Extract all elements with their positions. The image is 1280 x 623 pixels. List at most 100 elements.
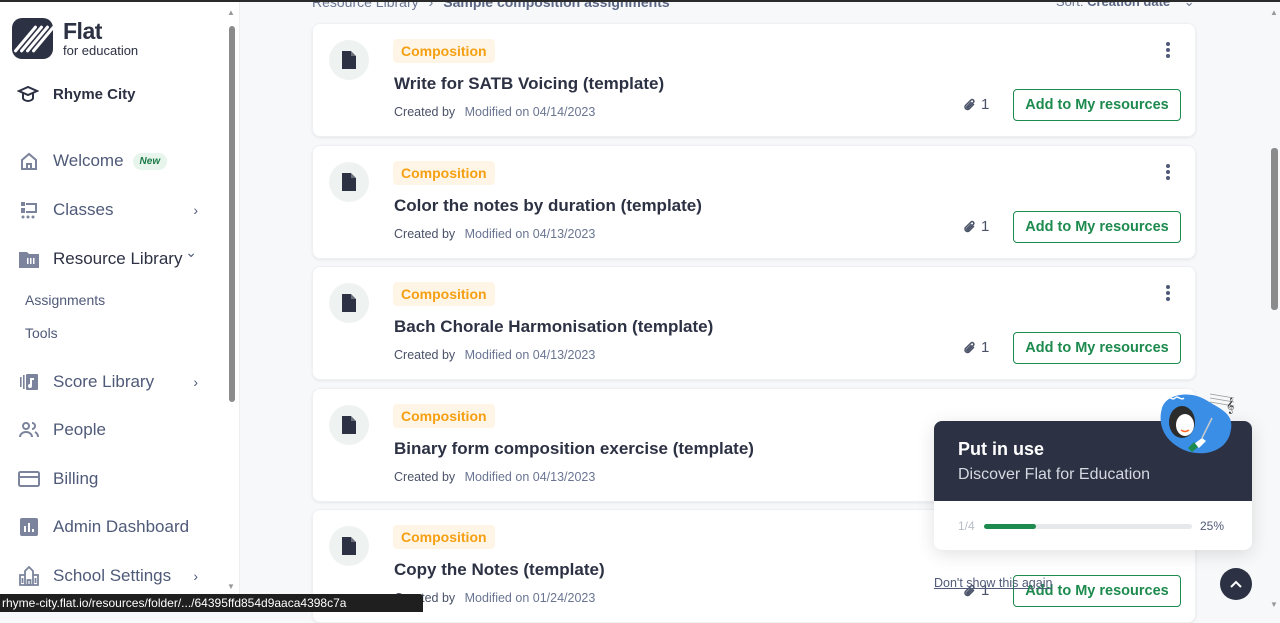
resource-title[interactable]: Binary form composition exercise (templa… bbox=[394, 439, 754, 459]
modified-date: Modified on 01/24/2023 bbox=[464, 591, 596, 605]
chevron-right-icon: › bbox=[193, 202, 198, 218]
add-to-my-resources-button[interactable]: Add to My resources bbox=[1013, 211, 1181, 243]
document-icon bbox=[329, 405, 369, 445]
resource-card[interactable]: Composition Color the notes by duration … bbox=[312, 145, 1196, 259]
paperclip-icon bbox=[964, 98, 975, 110]
onboarding-step: 1/4 bbox=[958, 519, 975, 533]
sidebar-item-classes[interactable]: Classes › bbox=[18, 199, 200, 221]
sidebar-item-school-settings[interactable]: School Settings › bbox=[18, 565, 200, 587]
modified-date: Modified on 04/13/2023 bbox=[464, 348, 596, 362]
resource-title[interactable]: Copy the Notes (template) bbox=[394, 560, 605, 580]
sidebar-item-label: Billing bbox=[53, 469, 99, 488]
resource-meta: Created by Modified on 04/14/2023 bbox=[394, 105, 595, 119]
svg-text:𝄞: 𝄞 bbox=[1226, 398, 1234, 414]
category-tag: Composition bbox=[393, 39, 495, 63]
classes-icon bbox=[18, 199, 40, 221]
sidebar-item-label: School Settings bbox=[53, 566, 172, 585]
category-tag: Composition bbox=[393, 161, 495, 185]
sidebar-item-welcome[interactable]: Welcome New bbox=[18, 150, 200, 172]
resource-meta: Created by Modified on 04/13/2023 bbox=[394, 348, 595, 362]
add-to-my-resources-button[interactable]: Add to My resources bbox=[1013, 89, 1181, 121]
created-by: Created by bbox=[394, 105, 456, 119]
paperclip-icon bbox=[964, 341, 975, 353]
attachment-count: 1 bbox=[963, 96, 989, 113]
category-tag: Composition bbox=[393, 282, 495, 306]
resource-meta: Created by Modified on 04/13/2023 bbox=[394, 470, 595, 484]
sidebar-item-admin-dashboard[interactable]: Admin Dashboard bbox=[18, 516, 200, 538]
people-icon bbox=[18, 419, 40, 441]
scroll-to-top-button[interactable] bbox=[1220, 568, 1252, 600]
flat-logo-icon bbox=[12, 18, 53, 59]
created-by: Created by bbox=[394, 470, 456, 484]
home-icon bbox=[18, 150, 40, 172]
more-options-icon[interactable] bbox=[1163, 285, 1173, 305]
more-options-icon[interactable] bbox=[1163, 42, 1173, 62]
sidebar-item-label: Welcome bbox=[53, 151, 124, 170]
paperclip-icon bbox=[964, 220, 975, 232]
resource-title[interactable]: Color the notes by duration (template) bbox=[394, 196, 702, 216]
graduation-cap-icon bbox=[17, 85, 39, 103]
document-icon bbox=[329, 526, 369, 566]
sidebar-item-people[interactable]: People bbox=[18, 419, 200, 441]
page-scroll-up[interactable]: ▲ bbox=[1270, 8, 1278, 17]
modified-date: Modified on 04/14/2023 bbox=[464, 105, 596, 119]
organization-switcher[interactable]: Rhyme City bbox=[17, 84, 136, 104]
window-top-edge bbox=[0, 0, 1280, 2]
resource-card[interactable]: Composition Write for SATB Voicing (temp… bbox=[312, 23, 1196, 137]
credit-card-icon bbox=[18, 468, 40, 490]
resource-meta: Created by Modified on 04/13/2023 bbox=[394, 227, 595, 241]
brand-subtitle: for education bbox=[63, 43, 139, 58]
sidebar-subitem-assignments[interactable]: Assignments bbox=[25, 292, 105, 308]
sidebar-item-label: Resource Library bbox=[53, 249, 183, 268]
document-icon bbox=[329, 162, 369, 202]
category-tag: Composition bbox=[393, 525, 495, 549]
chart-icon bbox=[18, 516, 40, 538]
document-icon bbox=[329, 283, 369, 323]
page-scroll-down[interactable]: ▼ bbox=[1270, 600, 1278, 609]
sidebar-scroll-up[interactable]: ▲ bbox=[227, 8, 235, 17]
chevron-up-icon bbox=[1230, 580, 1242, 588]
sidebar-scroll-down[interactable]: ▼ bbox=[227, 582, 235, 591]
category-tag: Composition bbox=[393, 404, 495, 428]
created-by: Created by bbox=[394, 348, 456, 362]
new-badge: New bbox=[132, 152, 168, 170]
sidebar-item-score-library[interactable]: Score Library › bbox=[18, 371, 200, 393]
conductor-illustration-icon: 𝄞 bbox=[1160, 393, 1234, 454]
brand-title: Flat bbox=[63, 18, 102, 44]
sidebar-scrollbar-thumb[interactable] bbox=[229, 26, 235, 402]
onboarding-progress-fill bbox=[984, 524, 1036, 529]
chevron-right-icon: › bbox=[193, 568, 198, 584]
attachment-count: 1 bbox=[963, 218, 989, 235]
document-icon bbox=[329, 40, 369, 80]
sidebar-item-label: Score Library bbox=[53, 372, 155, 391]
sidebar-item-label: People bbox=[53, 420, 106, 439]
sidebar-subitem-tools[interactable]: Tools bbox=[25, 325, 58, 341]
resource-meta: Created by Modified on 01/24/2023 bbox=[394, 591, 595, 605]
organization-name: Rhyme City bbox=[53, 85, 136, 103]
sidebar-item-label: Admin Dashboard bbox=[53, 517, 190, 536]
resource-card[interactable]: Composition Bach Chorale Harmonisation (… bbox=[312, 266, 1196, 380]
attachment-count: 1 bbox=[963, 339, 989, 356]
school-icon bbox=[18, 565, 40, 587]
add-to-my-resources-button[interactable]: Add to My resources bbox=[1013, 332, 1181, 364]
onboarding-progress-bar bbox=[984, 524, 1192, 529]
chevron-down-icon: ⌄ bbox=[185, 244, 197, 260]
score-library-icon bbox=[18, 371, 40, 393]
more-options-icon[interactable] bbox=[1163, 164, 1173, 184]
onboarding-progress-label: 25% bbox=[1200, 519, 1225, 533]
resource-title[interactable]: Bach Chorale Harmonisation (template) bbox=[394, 317, 713, 337]
page-scrollbar-thumb[interactable] bbox=[1271, 148, 1278, 310]
sidebar-item-billing[interactable]: Billing bbox=[18, 468, 200, 490]
modified-date: Modified on 04/13/2023 bbox=[464, 470, 596, 484]
resource-title[interactable]: Write for SATB Voicing (template) bbox=[394, 74, 664, 94]
folder-icon bbox=[18, 248, 40, 270]
status-bar-url: rhyme-city.flat.io/resources/folder/.../… bbox=[0, 594, 423, 612]
sidebar: Flat for education Rhyme City Welcome Ne… bbox=[0, 0, 240, 612]
created-by: Created by bbox=[394, 227, 456, 241]
brand-logo[interactable]: Flat for education bbox=[12, 18, 138, 59]
chevron-right-icon: › bbox=[193, 374, 198, 390]
sidebar-item-resource-library[interactable]: Resource Library ⌄ bbox=[18, 244, 200, 270]
modified-date: Modified on 04/13/2023 bbox=[464, 227, 596, 241]
dont-show-again-link[interactable]: Don't show this again bbox=[934, 576, 1052, 590]
onboarding-subtitle: Discover Flat for Education bbox=[958, 466, 1151, 483]
